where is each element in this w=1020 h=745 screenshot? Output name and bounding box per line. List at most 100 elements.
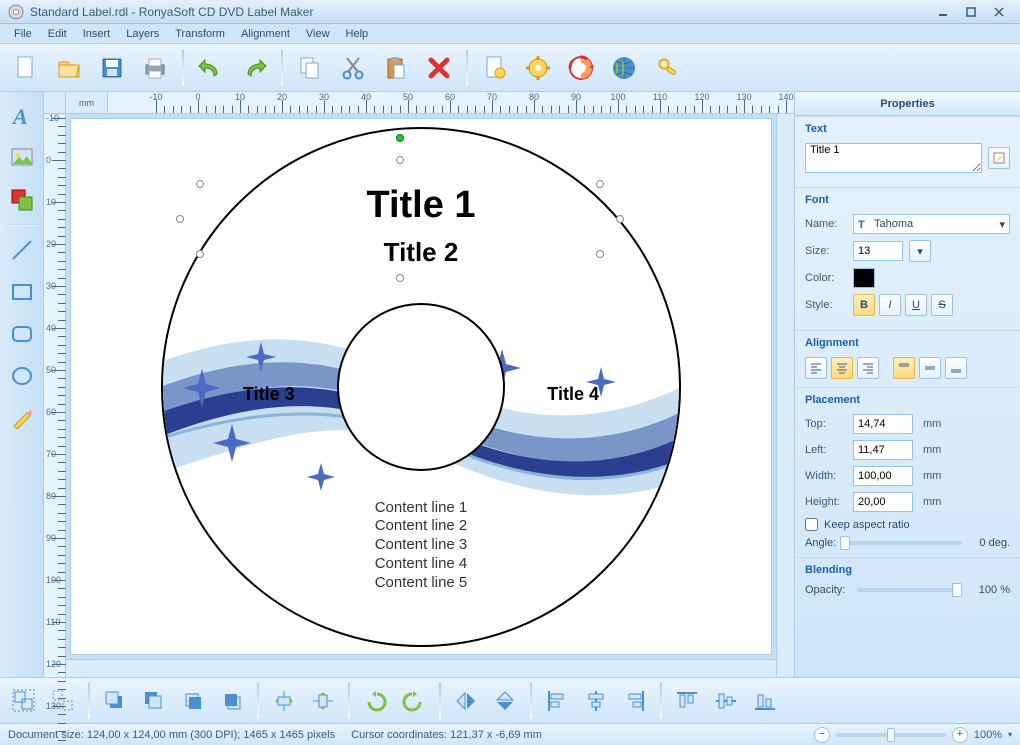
bring-forward-button[interactable]: [175, 683, 211, 719]
save-button[interactable]: [92, 48, 132, 88]
center-v-button[interactable]: [305, 683, 341, 719]
opacity-slider[interactable]: [857, 588, 962, 592]
rounded-rect-tool[interactable]: [4, 316, 40, 352]
register-button[interactable]: [647, 48, 687, 88]
freehand-tool[interactable]: [4, 400, 40, 436]
disc-content[interactable]: Content line 1Content line 2Content line…: [163, 499, 679, 593]
window-title: Standard Label.rdl - RonyaSoft CD DVD La…: [30, 5, 928, 19]
bring-front-button[interactable]: [97, 683, 133, 719]
paste-button[interactable]: [376, 48, 416, 88]
menubar: File Edit Insert Layers Transform Alignm…: [0, 24, 1020, 44]
close-button[interactable]: [986, 4, 1012, 20]
menu-help[interactable]: Help: [338, 26, 377, 42]
edit-text-button[interactable]: [988, 147, 1010, 169]
undo-button[interactable]: [191, 48, 231, 88]
rotate-left-button[interactable]: [357, 683, 393, 719]
redo-button[interactable]: [234, 48, 274, 88]
width-input[interactable]: [853, 466, 913, 486]
align-top-edge-button[interactable]: [669, 683, 705, 719]
menu-layers[interactable]: Layers: [118, 26, 167, 42]
menu-transform[interactable]: Transform: [167, 26, 233, 42]
menu-alignment[interactable]: Alignment: [233, 26, 298, 42]
align-bottom-edge-button[interactable]: [747, 683, 783, 719]
font-name-select[interactable]: TTahoma▾: [853, 214, 1010, 234]
open-button[interactable]: [49, 48, 89, 88]
menu-edit[interactable]: Edit: [40, 26, 75, 42]
ruler-horizontal: mm -100102030405060708090100110120130140…: [66, 92, 794, 114]
menu-file[interactable]: File: [6, 26, 40, 42]
settings-button[interactable]: [518, 48, 558, 88]
height-input[interactable]: [853, 492, 913, 512]
text-value-input[interactable]: Title 1: [805, 143, 982, 173]
rectangle-tool[interactable]: [4, 274, 40, 310]
font-size-dropdown[interactable]: ▾: [909, 240, 931, 262]
group-button[interactable]: [6, 683, 42, 719]
disc-title-4[interactable]: Title 4: [547, 384, 599, 405]
web-button[interactable]: [604, 48, 644, 88]
svg-text:T: T: [858, 219, 865, 230]
italic-button[interactable]: I: [879, 294, 901, 316]
underline-button[interactable]: U: [905, 294, 927, 316]
align-left-edge-button[interactable]: [539, 683, 575, 719]
section-alignment-header: Alignment: [795, 330, 1020, 353]
titlebar: Standard Label.rdl - RonyaSoft CD DVD La…: [0, 0, 1020, 24]
align-left-button[interactable]: [805, 357, 827, 379]
text-tool[interactable]: A: [4, 98, 40, 134]
minimize-button[interactable]: [930, 4, 956, 20]
flip-v-button[interactable]: [487, 683, 523, 719]
zoom-in-button[interactable]: +: [952, 727, 968, 743]
canvas-container: mm -100102030405060708090100110120130140…: [44, 92, 794, 677]
rotate-right-button[interactable]: [396, 683, 432, 719]
scrollbar-horizontal[interactable]: [66, 659, 776, 677]
valign-top-button[interactable]: [893, 357, 915, 379]
left-input[interactable]: [853, 440, 913, 460]
copy-button[interactable]: [290, 48, 330, 88]
menu-insert[interactable]: Insert: [75, 26, 119, 42]
image-tool[interactable]: [4, 140, 40, 176]
section-blending-header: Blending: [795, 557, 1020, 580]
canvas[interactable]: Title 1 Title 2 Title 3 Title 4 Content …: [70, 118, 772, 655]
align-v-center-button[interactable]: [708, 683, 744, 719]
page-setup-button[interactable]: [475, 48, 515, 88]
align-right-edge-button[interactable]: [617, 683, 653, 719]
align-h-center-button[interactable]: [578, 683, 614, 719]
disc-title-1[interactable]: Title 1: [163, 184, 679, 227]
font-color-swatch[interactable]: [853, 268, 875, 288]
valign-middle-button[interactable]: [919, 357, 941, 379]
ruler-vertical: -100102030405060708090100110120130: [44, 114, 66, 677]
statusbar: Document size: 124,00 x 124,00 mm (300 D…: [0, 723, 1020, 745]
print-button[interactable]: [135, 48, 175, 88]
menu-view[interactable]: View: [298, 26, 338, 42]
angle-slider[interactable]: [840, 541, 962, 545]
new-button[interactable]: [6, 48, 46, 88]
font-size-input[interactable]: [853, 241, 903, 261]
center-h-button[interactable]: [266, 683, 302, 719]
send-backward-button[interactable]: [214, 683, 250, 719]
delete-button[interactable]: [419, 48, 459, 88]
zoom-slider[interactable]: [836, 733, 946, 737]
keep-aspect-checkbox[interactable]: [805, 518, 818, 531]
left-toolbar: A: [0, 92, 44, 677]
zoom-value: 100%: [974, 729, 1002, 741]
align-right-button[interactable]: [857, 357, 879, 379]
help-button[interactable]: [561, 48, 601, 88]
clipart-tool[interactable]: [4, 182, 40, 218]
flip-h-button[interactable]: [448, 683, 484, 719]
valign-bottom-button[interactable]: [945, 357, 967, 379]
scrollbar-vertical[interactable]: [776, 114, 794, 677]
align-center-button[interactable]: [831, 357, 853, 379]
properties-panel: Properties Text Title 1 Font Name: TTaho…: [794, 92, 1020, 677]
rotation-handle[interactable]: [396, 134, 404, 142]
strikethrough-button[interactable]: S: [931, 294, 953, 316]
send-back-button[interactable]: [136, 683, 172, 719]
ellipse-tool[interactable]: [4, 358, 40, 394]
bold-button[interactable]: B: [853, 294, 875, 316]
maximize-button[interactable]: [958, 4, 984, 20]
cut-button[interactable]: [333, 48, 373, 88]
zoom-out-button[interactable]: −: [814, 727, 830, 743]
disc-label[interactable]: Title 1 Title 2 Title 3 Title 4 Content …: [161, 127, 681, 647]
properties-title: Properties: [795, 92, 1020, 116]
line-tool[interactable]: [4, 232, 40, 268]
top-input[interactable]: [853, 414, 913, 434]
disc-title-3[interactable]: Title 3: [243, 384, 295, 405]
